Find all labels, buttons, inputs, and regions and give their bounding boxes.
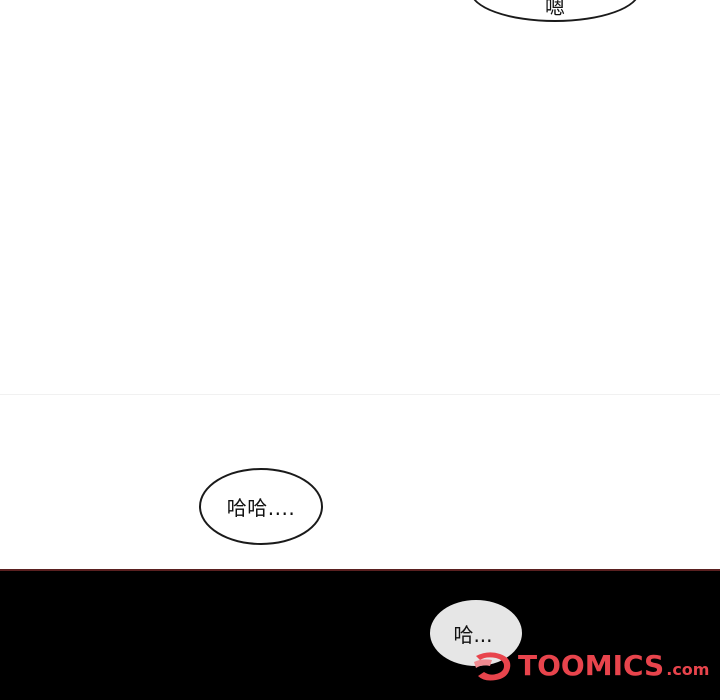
speech-bubble-middle: 哈哈.... — [199, 468, 323, 545]
toomics-logo-icon — [470, 646, 518, 686]
comic-panel-middle — [0, 395, 720, 569]
watermark-brand: TOOMICS — [518, 649, 665, 682]
comic-panel-top — [0, 0, 720, 394]
watermark-suffix: .com — [666, 660, 710, 679]
toomics-watermark: TOOMICS .com — [470, 644, 710, 688]
speech-bubble-text: 嗯 — [545, 0, 565, 19]
comic-page: 嗯 哈哈.... 哈... TOOMICS .com — [0, 0, 720, 700]
speech-bubble-text: 哈哈.... — [226, 496, 296, 520]
